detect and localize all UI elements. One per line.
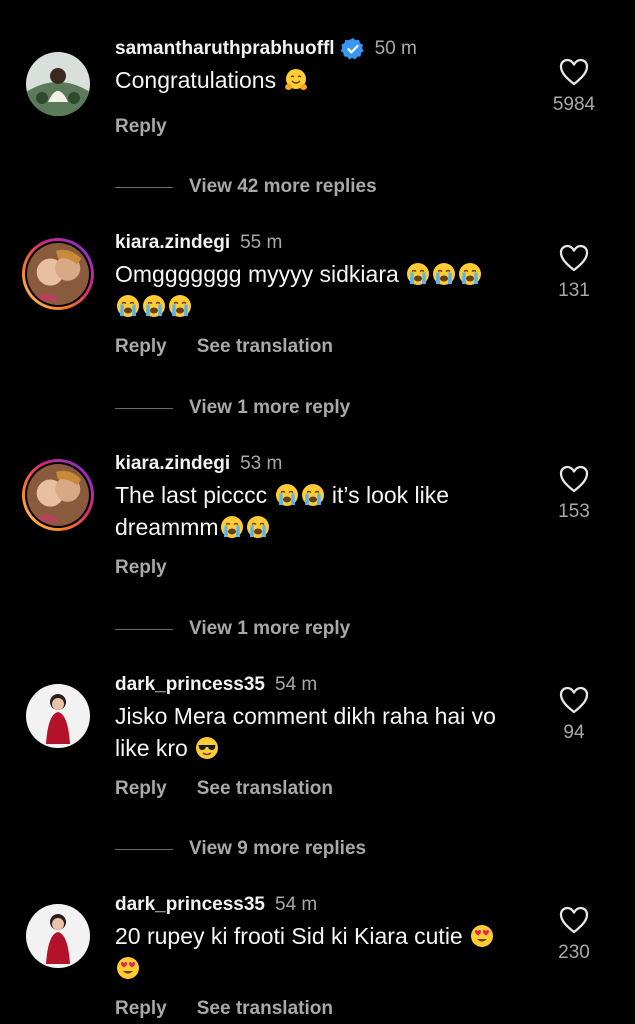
avatar[interactable] — [22, 48, 94, 120]
like-group: 131 — [549, 244, 599, 302]
avatar-story-ring[interactable] — [22, 459, 94, 531]
timestamp: 55 m — [240, 232, 283, 253]
comment-text: Congratulations — [115, 64, 535, 96]
reply-button[interactable]: Reply — [115, 557, 167, 579]
username[interactable]: kiara.zindegi — [115, 232, 230, 254]
like-group: 153 — [549, 465, 599, 523]
comment-header: dark_princess35 54 m — [115, 672, 317, 698]
see-translation-button[interactable]: See translation — [197, 778, 333, 800]
username[interactable]: samantharuthprabhuoffl — [115, 38, 335, 60]
heart-outline-icon[interactable] — [559, 244, 589, 272]
reply-button[interactable]: Reply — [115, 336, 167, 358]
comment-header: samantharuthprabhuoffl 50 m — [115, 36, 417, 62]
heart-outline-icon[interactable] — [559, 58, 589, 86]
heart-outline-icon[interactable] — [559, 906, 589, 934]
comments-feed: samantharuthprabhuoffl 50 m Congratulati… — [0, 0, 635, 1024]
timestamp: 54 m — [275, 894, 318, 915]
loudly-crying-face-emoji-icon — [142, 294, 166, 318]
hugging-face-emoji-icon — [284, 68, 308, 92]
comment-header: kiara.zindegi 53 m — [115, 451, 282, 477]
heart-outline-icon[interactable] — [559, 686, 589, 714]
username[interactable]: kiara.zindegi — [115, 453, 230, 475]
view-more-label[interactable]: View 9 more replies — [189, 838, 366, 860]
view-more-replies[interactable]: View 42 more replies — [115, 176, 377, 198]
view-more-replies[interactable]: View 1 more reply — [115, 397, 350, 419]
comment-item: dark_princess35 54 m 20 rupey ki frooti … — [0, 892, 635, 1024]
like-group: 230 — [549, 906, 599, 964]
see-translation-button[interactable]: See translation — [197, 998, 333, 1020]
username[interactable]: dark_princess35 — [115, 894, 265, 916]
loudly-crying-face-emoji-icon — [168, 294, 192, 318]
view-more-label[interactable]: View 1 more reply — [189, 397, 350, 419]
comment-actions: Reply See translation — [115, 778, 333, 800]
avatar-story-ring[interactable] — [22, 238, 94, 310]
loudly-crying-face-emoji-icon — [275, 483, 299, 507]
verified-badge-icon — [341, 37, 365, 61]
avatar-image — [27, 243, 89, 305]
comment-actions: Reply See translation — [115, 998, 333, 1020]
like-count: 5984 — [552, 94, 596, 115]
comment-actions: Reply See translation — [115, 336, 333, 358]
avatar-image — [26, 52, 90, 116]
divider-line — [115, 186, 173, 188]
smiling-face-with-heart-eyes-emoji-icon — [116, 956, 140, 980]
comment-header: dark_princess35 54 m — [115, 892, 317, 918]
avatar[interactable] — [22, 900, 94, 972]
comment-text: 20 rupey ki frooti Sid ki Kiara cutie — [115, 920, 535, 984]
loudly-crying-face-emoji-icon — [458, 262, 482, 286]
avatar[interactable] — [22, 680, 94, 752]
loudly-crying-face-emoji-icon — [301, 483, 325, 507]
comment-header: kiara.zindegi 55 m — [115, 230, 282, 256]
like-count: 153 — [558, 501, 590, 522]
loudly-crying-face-emoji-icon — [246, 515, 270, 539]
heart-outline-icon[interactable] — [559, 465, 589, 493]
avatar-image — [27, 464, 89, 526]
comment-item: samantharuthprabhuoffl 50 m Congratulati… — [0, 36, 635, 186]
divider-line — [115, 407, 173, 409]
reply-button[interactable]: Reply — [115, 778, 167, 800]
comment-text: The last picccc it’s look like dreammm — [115, 482, 450, 540]
loudly-crying-face-emoji-icon — [220, 515, 244, 539]
loudly-crying-face-emoji-icon — [116, 294, 140, 318]
divider-line — [115, 848, 173, 850]
view-more-replies[interactable]: View 9 more replies — [115, 838, 366, 860]
like-group: 5984 — [549, 58, 599, 116]
comment-item: kiara.zindegi 55 m Omggggggg myyyy sidki… — [0, 230, 635, 380]
see-translation-button[interactable]: See translation — [197, 336, 333, 358]
smiling-face-with-heart-eyes-emoji-icon — [470, 924, 494, 948]
comment-text: Jisko Mera comment dikh raha hai vo like… — [115, 703, 496, 761]
loudly-crying-face-emoji-icon — [432, 262, 456, 286]
like-group: 94 — [549, 686, 599, 744]
timestamp: 53 m — [240, 453, 283, 474]
comment-text: Omggggggg myyyy sidkiara — [115, 258, 535, 322]
view-more-label[interactable]: View 42 more replies — [189, 176, 377, 198]
reply-button[interactable]: Reply — [115, 116, 167, 138]
reply-button[interactable]: Reply — [115, 998, 167, 1020]
smiling-face-with-sunglasses-emoji-icon — [195, 736, 219, 760]
avatar-image — [26, 684, 90, 748]
like-count: 94 — [563, 722, 585, 743]
timestamp: 54 m — [275, 674, 318, 695]
loudly-crying-face-emoji-icon — [406, 262, 430, 286]
comment-item: dark_princess35 54 m Jisko Mera comment … — [0, 672, 635, 822]
like-count: 131 — [558, 280, 590, 301]
divider-line — [115, 628, 173, 630]
like-count: 230 — [558, 942, 590, 963]
username[interactable]: dark_princess35 — [115, 674, 265, 696]
timestamp: 50 m — [374, 38, 417, 59]
comment-actions: Reply — [115, 116, 167, 138]
comment-item: kiara.zindegi 53 m The last picccc it’s … — [0, 451, 635, 601]
view-more-replies[interactable]: View 1 more reply — [115, 618, 350, 640]
comment-actions: Reply — [115, 557, 167, 579]
avatar-image — [26, 904, 90, 968]
view-more-label[interactable]: View 1 more reply — [189, 618, 350, 640]
